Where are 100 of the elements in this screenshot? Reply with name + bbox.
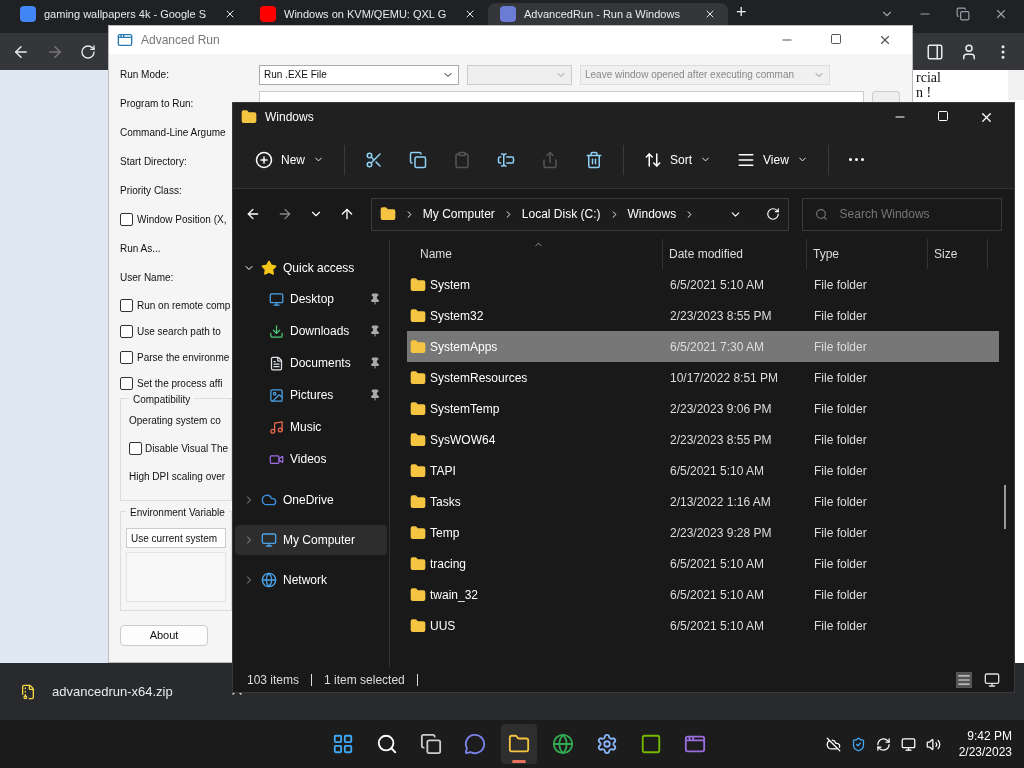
field-label: User Name: xyxy=(120,272,174,283)
new-tab-button[interactable]: + xyxy=(736,3,747,21)
nav-item[interactable]: My Computer xyxy=(235,525,387,555)
volume-icon[interactable] xyxy=(925,736,941,752)
type-cell-text: File folder xyxy=(813,493,868,511)
file-row[interactable]: Tasks 2/13/2022 1:16 AM File folder xyxy=(407,486,999,517)
file-row[interactable]: SystemResources 10/17/2022 8:51 PM File folder xyxy=(407,362,999,393)
column-header[interactable]: Type xyxy=(807,239,928,269)
file-name: SystemApps xyxy=(430,338,498,356)
download-icon xyxy=(269,323,284,339)
breadcrumb-item[interactable]: My Computer xyxy=(422,205,495,223)
nav-item[interactable]: Documents xyxy=(233,347,389,379)
app-icon xyxy=(639,733,662,755)
close-icon[interactable] xyxy=(704,8,716,20)
sync-icon[interactable] xyxy=(875,736,891,752)
side-panel-icon[interactable] xyxy=(926,42,944,61)
window-title: Advanced Run xyxy=(141,32,220,49)
checkbox[interactable] xyxy=(120,350,133,364)
back-icon[interactable] xyxy=(245,206,261,222)
folder-icon xyxy=(507,733,530,755)
file-name: Temp xyxy=(430,524,460,542)
nav-item[interactable]: Downloads xyxy=(233,315,389,347)
file-row[interactable]: UUS 6/5/2021 5:10 AM File folder xyxy=(407,610,999,641)
program-field[interactable] xyxy=(259,91,864,103)
folder-icon xyxy=(241,109,257,125)
file-row[interactable]: twain_32 6/5/2021 5:10 AM File folder xyxy=(407,579,999,610)
file-row[interactable]: SysWOW64 2/23/2023 8:55 PM File folder xyxy=(407,424,999,455)
maximize-icon[interactable] xyxy=(830,33,842,45)
checkbox[interactable] xyxy=(120,376,133,390)
type-cell-text: File folder xyxy=(813,586,868,604)
browser-tab[interactable]: Windows on KVM/QEMU: QXL G xyxy=(248,3,488,25)
reload-icon[interactable] xyxy=(80,43,96,60)
type-cell-text: File folder xyxy=(813,462,868,480)
file-row[interactable]: Temp 2/23/2023 9:28 PM File folder xyxy=(407,517,999,548)
file-name: SysWOW64 xyxy=(430,431,496,449)
checkbox[interactable] xyxy=(120,213,133,226)
nav-item[interactable]: Music xyxy=(233,411,389,443)
tiles-view-icon[interactable] xyxy=(984,671,1000,688)
network-icon[interactable] xyxy=(900,736,916,752)
close-icon[interactable] xyxy=(224,8,236,20)
checkbox[interactable] xyxy=(129,442,142,455)
type-cell-text: File folder xyxy=(813,524,868,542)
checkbox-label: Parse the environme xyxy=(137,350,230,365)
column-header[interactable]: Name xyxy=(407,239,663,269)
close-icon[interactable] xyxy=(464,8,476,20)
folder-icon xyxy=(410,369,426,386)
clock-date[interactable]: 2/23/2023 xyxy=(958,744,1012,760)
about-button[interactable]: About xyxy=(120,625,208,646)
file-row[interactable]: System32 2/23/2023 8:55 PM File folder xyxy=(407,300,999,331)
app-icon xyxy=(117,32,133,48)
date-cell-text: 2/13/2022 1:16 AM xyxy=(669,493,772,511)
checkbox[interactable] xyxy=(120,324,133,338)
refresh-icon[interactable] xyxy=(765,207,780,221)
download-file[interactable]: advancedrun-x64.zip xyxy=(52,681,173,702)
close-icon[interactable] xyxy=(878,33,892,47)
nav-item[interactable]: Network xyxy=(235,565,387,595)
shield-icon[interactable] xyxy=(850,736,866,752)
nav-item[interactable]: Videos xyxy=(233,443,389,475)
column-header[interactable]: Size xyxy=(928,239,988,269)
file-row[interactable]: tracing 6/5/2021 5:10 AM File folder xyxy=(407,548,999,579)
scrollbar[interactable] xyxy=(1008,70,1024,100)
file-row[interactable]: SystemApps 6/5/2021 7:30 AM File folder xyxy=(407,331,999,362)
toolbar-button[interactable]: Sort xyxy=(638,143,718,176)
toolbar-button[interactable]: View xyxy=(731,143,814,176)
restore-icon[interactable] xyxy=(956,7,970,21)
date-cell-text: 2/23/2023 8:55 PM xyxy=(669,307,773,325)
toolbar-button[interactable]: New xyxy=(249,143,330,176)
address-bar[interactable]: My Computer Local Disk (C:) Windows xyxy=(370,197,789,231)
nav-item[interactable]: Desktop xyxy=(233,283,389,315)
file-row[interactable]: SystemTemp 2/23/2023 9:06 PM File folder xyxy=(407,393,999,424)
cloud-off-icon[interactable] xyxy=(825,736,841,752)
nav-item[interactable]: Quick access xyxy=(235,253,387,283)
taskbar-app[interactable] xyxy=(500,724,537,764)
profile-icon[interactable] xyxy=(960,42,978,61)
scrollbar-thumb[interactable] xyxy=(1004,485,1006,529)
column-header[interactable]: Date modified xyxy=(663,239,807,269)
nav-item[interactable]: Pictures xyxy=(233,379,389,411)
search-icon xyxy=(375,733,398,755)
breadcrumb-item[interactable]: Windows xyxy=(627,205,677,223)
field-label: Run Mode: xyxy=(120,69,169,80)
search-field[interactable]: Search Windows xyxy=(801,197,1002,231)
checkbox-label: Disable Visual The xyxy=(145,442,228,456)
browser-tab[interactable]: gaming wallpapers 4k - Google S xyxy=(8,3,248,25)
file-row[interactable]: TAPI 6/5/2021 5:10 AM File folder xyxy=(407,455,999,486)
checkbox-label: Use search path to xyxy=(137,324,221,339)
browse-button[interactable] xyxy=(872,91,900,103)
run-mode-dropdown[interactable]: Run .EXE File xyxy=(259,64,459,85)
file-name: Tasks xyxy=(430,493,461,511)
environment-dropdown[interactable]: Use current system xyxy=(126,528,226,548)
details-view-icon[interactable] xyxy=(956,671,972,688)
file-name: System xyxy=(430,276,470,294)
checkbox[interactable] xyxy=(120,298,133,312)
browser-tab[interactable]: AdvancedRun - Run a Windows xyxy=(488,3,728,25)
breadcrumb-item[interactable]: Local Disk (C:) xyxy=(521,205,601,223)
date-cell-text: 6/5/2021 5:10 AM xyxy=(669,462,766,480)
nav-item[interactable]: OneDrive xyxy=(235,485,387,515)
clock-time[interactable]: 9:42 PM xyxy=(967,728,1012,744)
start-icon xyxy=(331,733,354,755)
close-icon[interactable] xyxy=(994,7,1008,21)
file-row[interactable]: System 6/5/2021 5:10 AM File folder xyxy=(407,269,999,300)
